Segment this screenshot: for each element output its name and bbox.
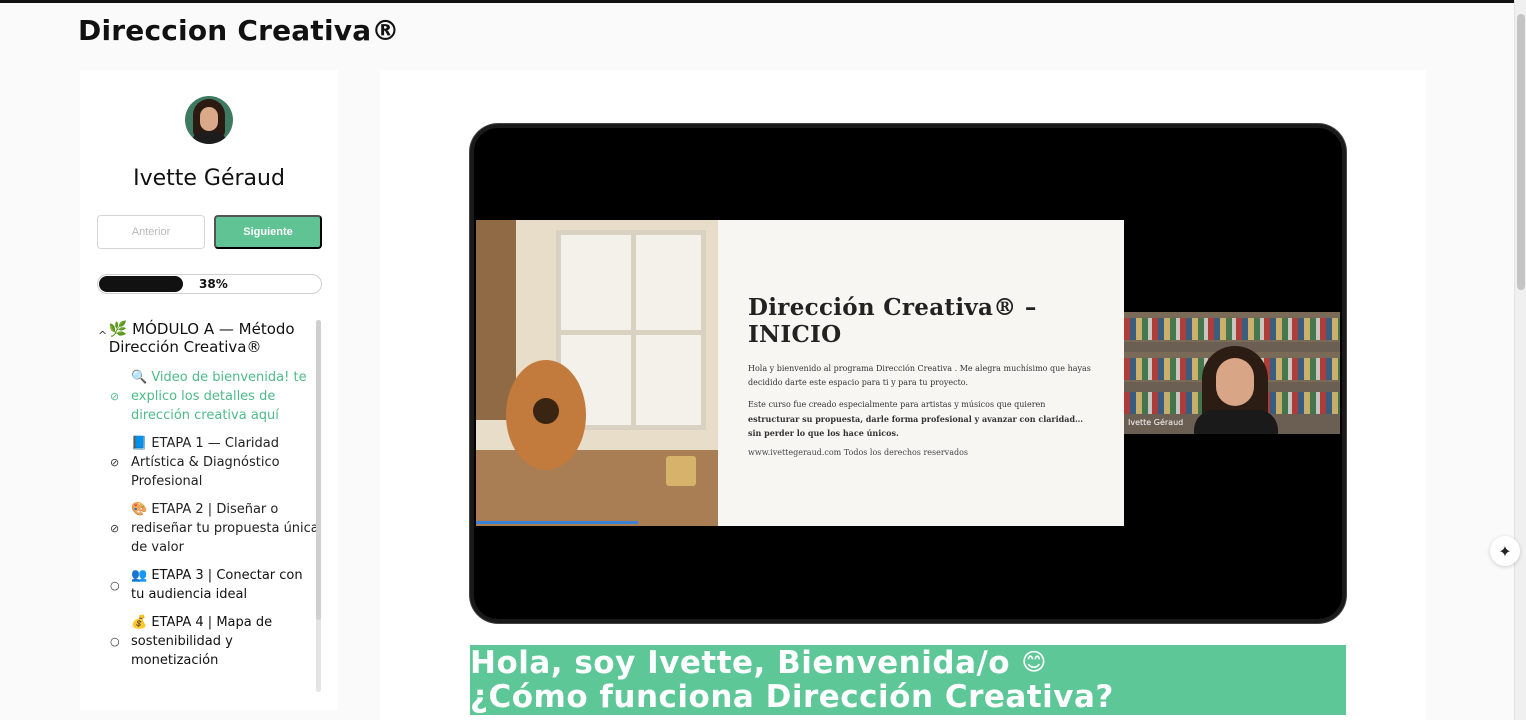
top-border (0, 0, 1514, 3)
slide-text: Dirección Creativa® – INICIO Hola y bien… (748, 294, 1098, 457)
slide-progress-bar (476, 521, 638, 524)
lesson-title[interactable]: 💰 ETAPA 4 | Mapa de sostenibilidad y mon… (131, 613, 320, 670)
empty-circle-icon: ○ (110, 635, 120, 648)
author-name: Ivette Géraud (133, 166, 285, 191)
page-title: Direccion Creativa® (78, 14, 400, 47)
smile-icon: 😊 (1021, 648, 1047, 676)
leaf-icon: 🌿 (108, 320, 128, 338)
page-scroll-thumb[interactable] (1517, 14, 1525, 290)
slide-photo (476, 220, 718, 526)
banner-heading: Hola, soy Ivette, Bienvenida/o 😊 (470, 645, 1047, 681)
progress-label: 38% (199, 277, 228, 291)
lesson-list: ⊘ 🔍 Video de bienvenida! te explico los … (110, 368, 320, 688)
sparkle-icon[interactable]: ✦ (1490, 536, 1520, 566)
module-title: 🌿 MÓDULO A — Método Dirección Creativa® (108, 320, 295, 356)
lesson-content: Dirección Creativa® – INICIO Hola y bien… (380, 70, 1426, 720)
webcam-name-label: Ivette Géraud (1128, 418, 1184, 427)
lesson-item[interactable]: ○ 👥 ETAPA 3 | Conectar con tu audiencia … (110, 566, 320, 604)
slide-heading: Dirección Creativa® – INICIO (748, 294, 1037, 348)
previous-button[interactable]: Anterior (97, 215, 205, 249)
progress-fill (99, 276, 183, 292)
lesson-item[interactable]: ⊘ 🔍 Video de bienvenida! te explico los … (110, 368, 320, 425)
lesson-item[interactable]: ⊘ 🎨 ETAPA 2 | Diseñar o rediseñar tu pro… (110, 500, 320, 557)
lesson-list-scroll-thumb[interactable] (316, 320, 321, 620)
empty-circle-icon: ○ (110, 578, 120, 592)
check-circle-icon: ⊘ (110, 456, 120, 469)
check-circle-icon: ⊘ (110, 522, 120, 535)
module-header[interactable]: ^ 🌿 MÓDULO A — Método Dirección Creativa… (98, 320, 313, 356)
check-circle-icon: ⊘ (110, 390, 120, 403)
slide-paragraph: estructurar su propuesta, darle forma pr… (748, 414, 1084, 438)
webcam-feed: Ivette Géraud (1124, 312, 1340, 434)
money-bag-icon: 💰 (131, 615, 148, 630)
lesson-title[interactable]: 🎨 ETAPA 2 | Diseñar o rediseñar tu propu… (131, 500, 320, 557)
welcome-banner: Hola, soy Ivette, Bienvenida/o 😊 ¿Cómo f… (470, 645, 1346, 715)
author-avatar (185, 96, 233, 144)
slide-footer: www.ivettegeraud.com Todos los derechos … (748, 448, 969, 457)
slide-paragraph: Este curso fue creado especialmente para… (748, 400, 1046, 409)
palette-icon: 🎨 (131, 502, 148, 517)
page-scrollbar[interactable] (1514, 0, 1526, 720)
course-sidebar: Ivette Géraud Anterior Siguiente 38% ^ 🌿… (80, 70, 338, 710)
lesson-title[interactable]: 📘 ETAPA 1 — Claridad Artística & Diagnós… (131, 434, 320, 491)
banner-subheading: ¿Cómo funciona Dirección Creativa? (470, 679, 1114, 715)
book-icon: 📘 (131, 436, 148, 451)
slide-paragraph: Hola y bienvenido al programa Dirección … (748, 364, 1091, 387)
video-player[interactable]: Dirección Creativa® – INICIO Hola y bien… (470, 124, 1346, 623)
magnifier-icon: 🔍 (131, 370, 148, 385)
lesson-title[interactable]: 👥 ETAPA 3 | Conectar con tu audiencia id… (131, 566, 320, 604)
people-icon: 👥 (131, 568, 148, 583)
lesson-list-scrollbar[interactable] (316, 320, 321, 692)
lesson-item[interactable]: ⊘ 📘 ETAPA 1 — Claridad Artística & Diagn… (110, 434, 320, 491)
presentation-slide: Dirección Creativa® – INICIO Hola y bien… (476, 220, 1124, 526)
lesson-item[interactable]: ○ 💰 ETAPA 4 | Mapa de sostenibilidad y m… (110, 613, 320, 670)
lesson-title[interactable]: 🔍 Video de bienvenida! te explico los de… (131, 368, 320, 425)
chevron-up-icon[interactable]: ^ (98, 320, 109, 356)
course-progress-bar: 38% (97, 274, 322, 294)
next-button[interactable]: Siguiente (214, 215, 322, 249)
